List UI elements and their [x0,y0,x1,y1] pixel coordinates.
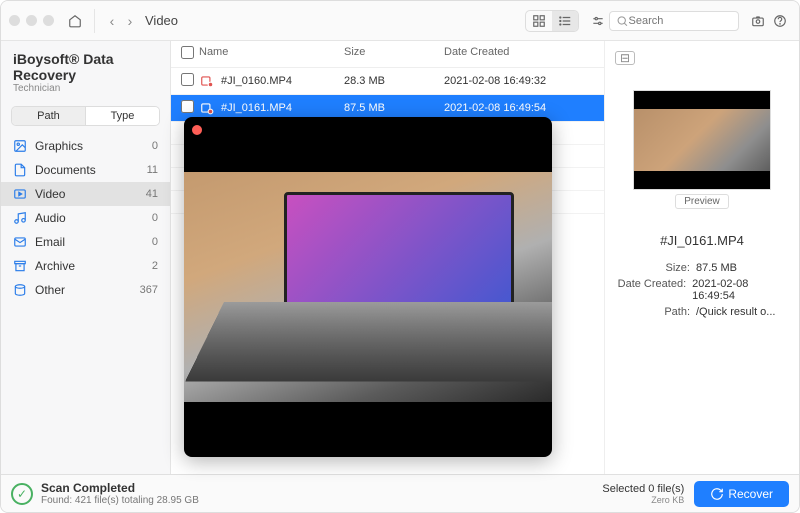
panel-collapse-icon[interactable]: ⊟ [615,51,635,65]
video-file-icon [199,100,215,116]
scan-subtitle: Found: 421 file(s) totaling 28.95 GB [41,495,199,506]
meta-row: Size:87.5 MB [615,260,789,276]
breadcrumb: Video [145,13,178,28]
other-icon [13,283,27,297]
sidebar-item-other[interactable]: Other367 [1,278,170,302]
col-size[interactable]: Size [344,46,444,62]
filter-icon[interactable] [587,10,609,32]
camera-icon[interactable] [747,10,769,32]
nav-back-icon[interactable]: ‹ [103,13,121,29]
traffic-lights[interactable] [9,15,54,26]
nav-forward-icon[interactable]: › [121,13,139,29]
search-input[interactable] [629,15,733,27]
table-row[interactable]: #JI_0160.MP428.3 MB2021-02-08 16:49:32 [171,68,604,95]
footer: ✓ Scan Completed Found: 421 file(s) tota… [1,474,799,512]
recover-icon [710,487,724,501]
preview-filename: #JI_0161.MP4 [660,233,744,248]
mail-icon [13,235,27,249]
sidebar-item-documents[interactable]: Documents11 [1,158,170,182]
sidebar-item-graphics[interactable]: Graphics0 [1,134,170,158]
close-icon[interactable] [192,125,202,135]
preview-button[interactable]: Preview [675,194,729,209]
video-file-icon [199,73,215,89]
sidebar: iBoysoft® Data Recovery Technician Path … [1,41,171,474]
recover-button[interactable]: Recover [694,481,789,507]
view-grid-icon[interactable] [526,11,552,31]
sidebar-item-video[interactable]: Video41 [1,182,170,206]
tab-type[interactable]: Type [86,107,159,125]
video-icon [13,187,27,201]
search-icon [616,14,629,28]
archive-icon [13,259,27,273]
scan-complete-icon: ✓ [11,483,33,505]
image-icon [13,139,27,153]
search-box[interactable] [609,11,739,31]
video-preview-popover[interactable] [184,117,552,457]
row-checkbox[interactable] [181,100,194,113]
home-icon[interactable] [64,10,86,32]
meta-row: Date Created:2021-02-08 16:49:54 [615,276,789,304]
meta-row: Path:/Quick result o... [615,304,789,320]
tab-path[interactable]: Path [12,107,86,125]
audio-icon [13,211,27,225]
select-all-checkbox[interactable] [181,46,194,59]
selected-size: Zero KB [602,495,684,505]
help-icon[interactable] [769,10,791,32]
app-subtitle: Technician [13,83,158,94]
view-list-icon[interactable] [552,11,578,31]
preview-thumbnail [633,90,771,190]
selected-count: Selected 0 file(s) [602,483,684,495]
sidebar-item-archive[interactable]: Archive2 [1,254,170,278]
toolbar: ‹ › Video [1,1,799,41]
col-name[interactable]: Name [199,46,344,62]
row-checkbox[interactable] [181,73,194,86]
sidebar-item-audio[interactable]: Audio0 [1,206,170,230]
app-title: iBoysoft® Data Recovery [13,51,158,83]
doc-icon [13,163,27,177]
sidebar-item-email[interactable]: Email0 [1,230,170,254]
scan-title: Scan Completed [41,481,199,495]
preview-panel: ⊟ Preview #JI_0161.MP4 Size:87.5 MBDate … [604,41,799,474]
col-date[interactable]: Date Created [444,46,594,62]
